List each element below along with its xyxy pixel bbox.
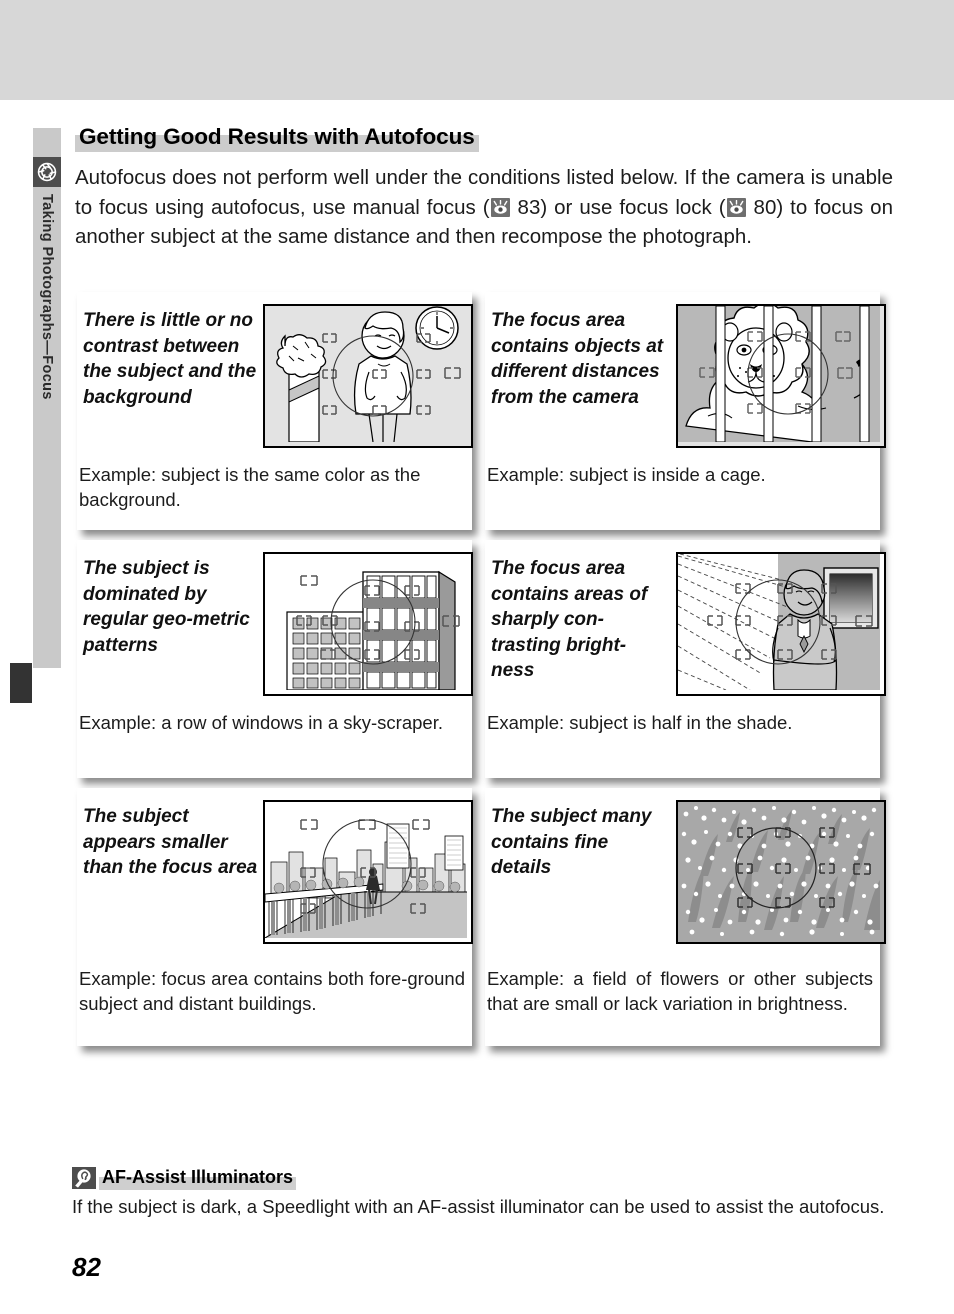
person-half-in-shade-figure [676, 552, 886, 696]
example-text-5: Example: focus area contains both fore-g… [79, 968, 465, 1014]
condition-card-6: The subject many contains fine details E… [485, 788, 886, 1046]
condition-text-2: The focus area contains objects at diffe… [491, 310, 664, 408]
aperture-icon [33, 157, 61, 187]
condition-card-1: There is little or no contrast between t… [77, 292, 473, 530]
intro-text-part2: ) or use focus lock ( [540, 195, 726, 219]
woman-tree-clock-figure [263, 304, 473, 448]
cityscape-small-subject-figure [263, 800, 473, 944]
condition-card-4: The focus area contains areas of sharply… [485, 540, 886, 778]
condition-text-3: The subject is dominated by regular geo-… [83, 558, 250, 656]
condition-card-5: The subject appears smaller than the foc… [77, 788, 473, 1046]
note-title: AF-Assist Illuminators [99, 1166, 297, 1190]
condition-card-3: The subject is dominated by regular geo-… [77, 540, 473, 778]
example-text-1: Example: subject is the same color as th… [79, 464, 421, 510]
page-left-margin [0, 100, 10, 1314]
example-text-4: Example: subject is half in the shade. [487, 712, 793, 733]
note-header: AF-Assist Illuminators [72, 1166, 892, 1190]
condition-text-1: There is little or no contrast between t… [83, 310, 257, 408]
eye-reference-icon [490, 197, 510, 217]
condition-text-6: The subject many contains fine details [491, 806, 652, 878]
intro-ref1-page: 83 [517, 195, 541, 219]
page-top-band [0, 0, 954, 100]
lion-behind-bars-figure [676, 304, 886, 448]
note-title-text: AF-Assist Illuminators [102, 1167, 294, 1187]
condition-text-4: The focus area contains areas of sharply… [491, 558, 648, 681]
example-text-3: Example: a row of windows in a sky-scrap… [79, 712, 443, 733]
skyscraper-windows-figure [263, 552, 473, 696]
tip-magnifier-icon [72, 1167, 96, 1189]
condition-text-5: The subject appears smaller than the foc… [83, 806, 258, 878]
example-text-6: Example: a field of flowers or other sub… [487, 968, 873, 1014]
page-title-text: Getting Good Results with Autofocus [79, 124, 475, 149]
chapter-tab-marker [10, 663, 32, 703]
intro-ref2-page: 80 [753, 195, 777, 219]
example-text-2: Example: subject is inside a cage. [487, 464, 766, 485]
page-title: Getting Good Results with Autofocus [75, 124, 479, 152]
intro-paragraph: Autofocus does not perform well under th… [75, 163, 893, 252]
eye-reference-icon [726, 197, 746, 217]
af-assist-note: AF-Assist Illuminators If the subject is… [72, 1166, 892, 1220]
note-body-text: If the subject is dark, a Speedlight wit… [72, 1196, 885, 1217]
page-number: 82 [72, 1252, 101, 1282]
chapter-sidebar-text: Taking Photographs—Focus [39, 194, 55, 400]
chapter-sidebar-label: Taking Photographs—Focus [33, 192, 61, 662]
page-title-wrap: Getting Good Results with Autofocus [75, 124, 479, 152]
field-of-flowers-figure [676, 800, 886, 944]
condition-card-2: The focus area contains objects at diffe… [485, 292, 886, 530]
